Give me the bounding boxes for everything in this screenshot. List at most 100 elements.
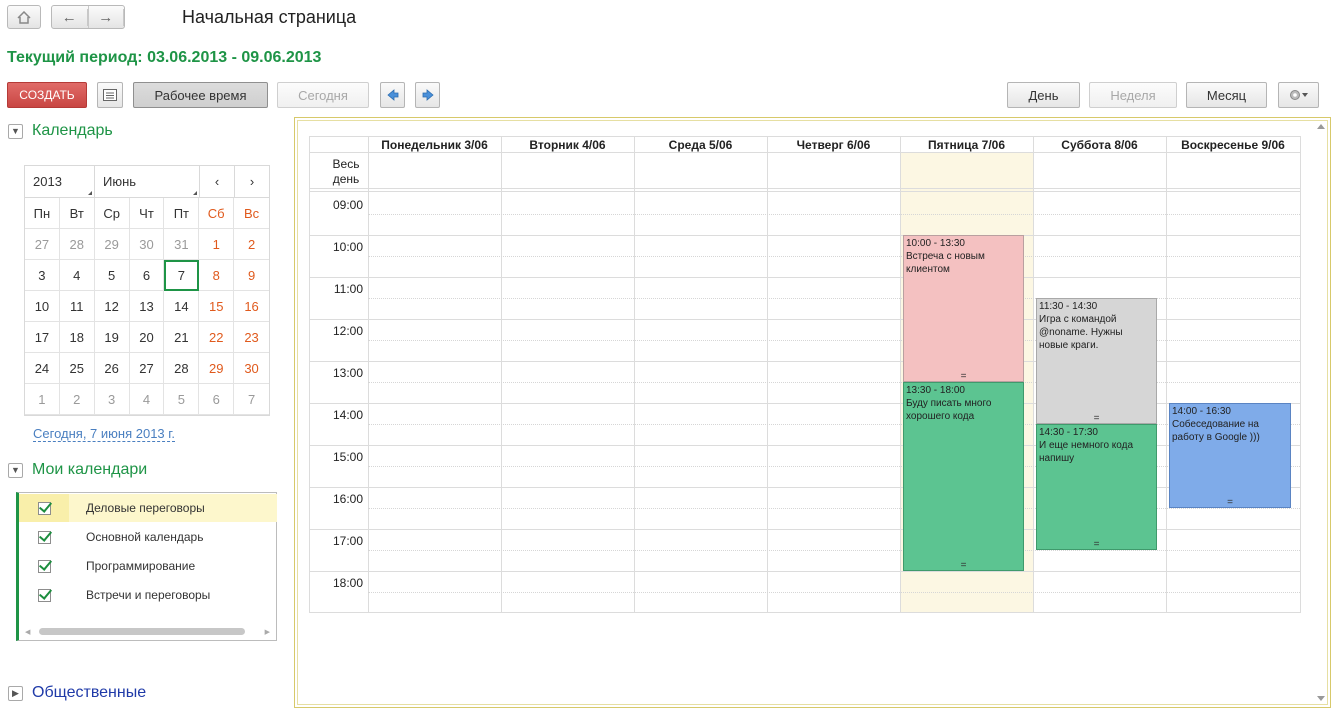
day-cell[interactable]: 11 [59,291,95,322]
day-view-button[interactable]: День [1007,82,1080,108]
day-cell[interactable]: 7 [164,260,200,291]
calendar-checkbox[interactable] [37,530,51,544]
event-google-interview[interactable]: 14:00 - 16:30 Собеседование на работу в … [1169,403,1291,508]
day-cell[interactable]: 22 [199,322,235,353]
year-select[interactable]: 2013 [25,166,95,197]
day-cell[interactable]: 21 [164,322,200,353]
grid-line [1033,136,1034,613]
day-cell[interactable]: 12 [94,291,130,322]
day-cell[interactable]: 9 [234,260,269,291]
prev-period-button[interactable] [380,82,405,108]
calendar-checkbox[interactable] [37,588,51,602]
day-cell[interactable]: 4 [129,384,165,415]
event-coding[interactable]: 13:30 - 18:00 Буду писать много хорошего… [903,382,1024,571]
scroll-up-icon[interactable] [1317,124,1325,129]
today-link[interactable]: Сегодня, 7 июня 2013 г. [33,426,176,442]
month-select[interactable]: Июнь [95,166,200,197]
day-header-sun[interactable]: Воскресенье 9/06 [1166,137,1300,153]
day-cell[interactable]: 26 [94,353,130,384]
day-cell[interactable]: 25 [59,353,95,384]
day-cell[interactable]: 3 [94,384,130,415]
day-cell[interactable]: 18 [59,322,95,353]
day-cell[interactable]: 15 [199,291,235,322]
day-header-thu[interactable]: Четверг 6/06 [767,137,900,153]
event-resize-handle[interactable]: = [1037,540,1156,550]
day-cell[interactable]: 27 [25,229,60,260]
vertical-scrollbar[interactable] [1315,124,1327,701]
calendar-checkbox[interactable] [37,559,51,573]
calendar-section-header[interactable]: ▼ Календарь [8,122,113,140]
current-period: Текущий период: 03.06.2013 - 09.06.2013 [7,49,322,66]
day-cell[interactable]: 24 [25,353,60,384]
prev-month-button[interactable]: ‹ [200,166,235,197]
back-button[interactable]: ← [52,6,89,28]
day-cell[interactable]: 29 [94,229,130,260]
day-cell[interactable]: 10 [25,291,60,322]
scroll-left-icon[interactable]: ◀ [25,628,30,636]
event-resize-handle[interactable]: = [1037,414,1156,424]
scroll-right-icon[interactable]: ▶ [265,628,270,636]
event-resize-handle[interactable]: = [1170,498,1290,508]
calendar-checkbox[interactable] [37,501,51,515]
day-cell[interactable]: 19 [94,322,130,353]
day-cell[interactable]: 31 [164,229,200,260]
public-section-header[interactable]: ▶ Общественные [8,684,146,702]
hour-label: 12:00 [332,324,363,338]
month-view-button[interactable]: Месяц [1186,82,1267,108]
day-header-wed[interactable]: Среда 5/06 [634,137,767,153]
day-cell[interactable]: 1 [199,229,235,260]
next-period-button[interactable] [415,82,440,108]
day-cell[interactable]: 2 [59,384,95,415]
calendar-item[interactable]: Программирование [19,552,277,580]
day-cell[interactable]: 8 [199,260,235,291]
my-calendars-header[interactable]: ▼ Мои календари [8,461,147,479]
day-cell[interactable]: 6 [199,384,235,415]
event-client-meeting[interactable]: 10:00 - 13:30 Встреча с новым клиентом = [903,235,1024,382]
day-cell[interactable]: 28 [59,229,95,260]
day-cell[interactable]: 28 [164,353,200,384]
event-resize-handle[interactable]: = [904,561,1023,571]
home-button[interactable] [7,5,41,29]
create-button[interactable]: СОЗДАТЬ [7,82,87,108]
day-cell[interactable]: 29 [199,353,235,384]
day-cell[interactable]: 30 [129,229,165,260]
worktime-button[interactable]: Рабочее время [133,82,268,108]
day-header-mon[interactable]: Понедельник 3/06 [368,137,501,153]
day-cell[interactable]: 20 [129,322,165,353]
day-cell[interactable]: 5 [164,384,200,415]
next-month-button[interactable]: › [235,166,269,197]
day-cell[interactable]: 16 [234,291,269,322]
day-cell[interactable]: 6 [129,260,165,291]
forward-button[interactable]: → [89,6,124,28]
day-cell[interactable]: 3 [25,260,60,291]
event-team-game[interactable]: 11:30 - 14:30 Игра с командой @noname. Н… [1036,298,1157,424]
mini-calendar: 2013 Июнь ‹ › Пн Вт Ср Чт Пт Сб Вс 27 28 29 30 31 1 2… [24,165,270,416]
horizontal-scrollbar[interactable] [39,628,245,635]
weekday-label: Вт [59,198,95,229]
day-cell[interactable]: 23 [234,322,269,353]
event-resize-handle[interactable]: = [904,372,1023,382]
calendar-item[interactable]: Основной календарь [19,523,277,551]
day-cell[interactable]: 7 [234,384,269,415]
day-cell[interactable]: 5 [94,260,130,291]
day-cell[interactable]: 30 [234,353,269,384]
today-button[interactable]: Сегодня [277,82,369,108]
day-header-tue[interactable]: Вторник 4/06 [501,137,634,153]
day-cell[interactable]: 2 [234,229,269,260]
calendar-item[interactable]: Встречи и переговоры [19,581,277,609]
day-cell[interactable]: 27 [129,353,165,384]
day-header-fri[interactable]: Пятница 7/06 [900,137,1033,153]
day-cell[interactable]: 17 [25,322,60,353]
event-more-code[interactable]: 14:30 - 17:30 И еще немного кода напишу … [1036,424,1157,550]
calendar-item[interactable]: Деловые переговоры [19,494,277,522]
scroll-down-icon[interactable] [1317,696,1325,701]
week-view-button[interactable]: Неделя [1089,82,1177,108]
list-view-button[interactable] [97,82,123,108]
settings-button[interactable] [1278,82,1319,108]
day-cell[interactable]: 4 [59,260,95,291]
day-cell[interactable]: 14 [164,291,200,322]
day-cell[interactable]: 1 [25,384,60,415]
history-nav: ← → [51,5,125,29]
day-cell[interactable]: 13 [129,291,165,322]
day-header-sat[interactable]: Суббота 8/06 [1033,137,1166,153]
